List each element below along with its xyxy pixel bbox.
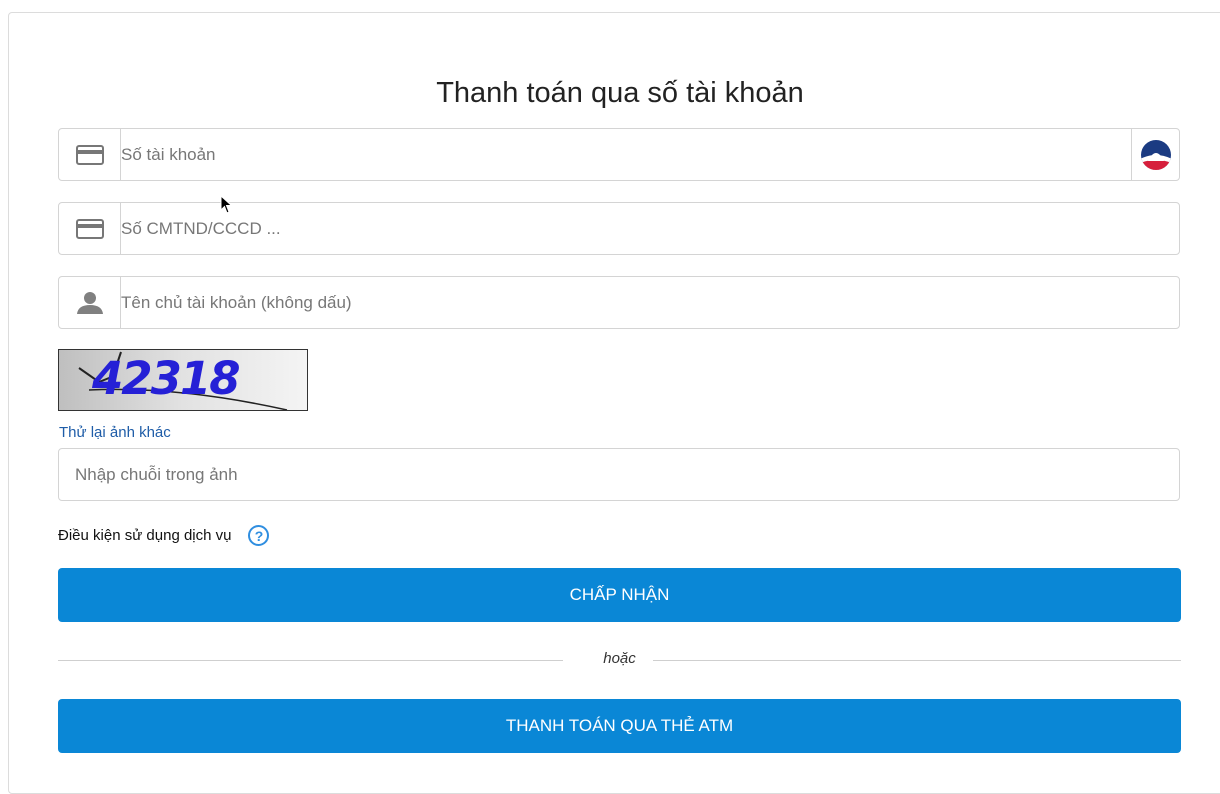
terms-row: Điều kiện sử dụng dịch vụ ? — [58, 525, 270, 546]
divider-text: hoặc — [603, 650, 636, 667]
account-holder-group — [58, 276, 1180, 329]
id-number-input[interactable] — [121, 203, 1161, 254]
question-circle-icon[interactable]: ? — [248, 525, 270, 546]
mouse-cursor-icon — [220, 194, 234, 220]
divider-line-right — [653, 660, 1181, 661]
or-divider: hoặc — [58, 650, 1181, 670]
bank-logo-icon[interactable] — [1131, 128, 1179, 181]
atm-payment-button[interactable]: THANH TOÁN QUA THẺ ATM — [58, 699, 1181, 753]
account-holder-input[interactable] — [121, 277, 1161, 328]
captcha-input[interactable] — [58, 448, 1180, 501]
captcha-image: 42318 — [58, 349, 308, 411]
account-number-input[interactable] — [121, 129, 1121, 180]
captcha-retry-link[interactable]: Thử lại ảnh khác — [59, 424, 171, 441]
credit-card-icon — [59, 129, 120, 180]
user-icon — [59, 277, 120, 328]
page-title: Thanh toán qua số tài khoản — [436, 77, 804, 109]
accept-button[interactable]: CHẤP NHẬN — [58, 568, 1181, 622]
account-number-group — [58, 128, 1180, 181]
credit-card-icon — [59, 203, 120, 254]
captcha-text: 42318 — [92, 352, 241, 405]
terms-label: Điều kiện sử dụng dịch vụ — [58, 527, 232, 544]
